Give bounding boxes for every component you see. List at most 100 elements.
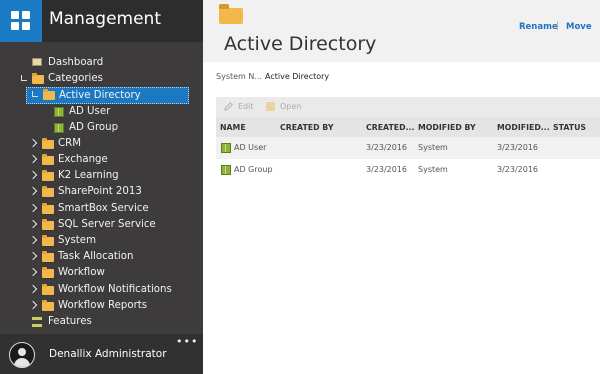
cell-modified: 3/23/2016	[497, 165, 539, 174]
sidebar-item-crm[interactable]: CRM	[0, 136, 203, 152]
sidebar-item-dashboard[interactable]: Dashboard	[0, 55, 203, 71]
folder-icon	[42, 267, 54, 278]
column-header-modified[interactable]: MODIFIED...	[497, 117, 550, 139]
sidebar-item-workflow-notifications[interactable]: Workflow Notifications	[0, 282, 203, 298]
sidebar-item-label: Exchange	[58, 154, 108, 165]
sidebar-item-label: Active Directory	[59, 90, 141, 101]
sidebar-item-label: Categories	[48, 73, 103, 84]
pencil-icon	[224, 102, 233, 111]
column-header-created[interactable]: CREATED...	[366, 117, 414, 139]
rename-button[interactable]: Rename	[519, 22, 558, 32]
folder-icon	[266, 102, 275, 111]
chevron-right-icon[interactable]	[28, 138, 38, 148]
toolbar: Edit Open	[216, 97, 600, 117]
folder-icon	[42, 170, 54, 181]
cell-created: 3/23/2016	[366, 165, 408, 174]
sidebar-item-label: AD User	[69, 106, 111, 117]
sidebar-item-workflow-reports[interactable]: Workflow Reports	[0, 298, 203, 314]
sidebar-item-workflow[interactable]: Workflow	[0, 265, 203, 281]
folder-icon	[42, 235, 54, 246]
more-options-button[interactable]: •••	[176, 335, 198, 348]
expanded-icon[interactable]	[21, 75, 27, 81]
chevron-right-icon[interactable]	[28, 203, 38, 213]
chevron-right-icon[interactable]	[28, 186, 38, 196]
chevron-right-icon[interactable]	[28, 267, 38, 277]
chevron-right-icon[interactable]	[28, 154, 38, 164]
main-content: Active Directory Rename | Move System N.…	[203, 0, 600, 374]
sidebar-item-label: CRM	[58, 138, 81, 149]
edit-label: Edit	[238, 102, 254, 111]
chevron-right-icon[interactable]	[28, 219, 38, 229]
folder-icon	[219, 4, 243, 24]
table-header: NAME CREATED BY CREATED... MODIFIED BY M…	[216, 117, 600, 137]
move-button[interactable]: Move	[566, 22, 592, 32]
sidebar-item-features[interactable]: Features	[0, 314, 203, 330]
system-name-label: System N...	[216, 72, 262, 81]
app-title: Management	[49, 9, 161, 29]
folder-icon	[43, 89, 55, 100]
apps-grid-icon[interactable]	[0, 0, 42, 42]
table-row[interactable]: AD Group 3/23/2016 System 3/23/2016	[216, 159, 600, 181]
sidebar-item-categories[interactable]: Categories	[0, 71, 203, 87]
sidebar-item-k2-learning[interactable]: K2 Learning	[0, 168, 203, 184]
sidebar-item-label: Workflow Notifications	[58, 284, 172, 295]
sidebar-item-label: SmartBox Service	[58, 203, 149, 214]
smartobject-icon	[54, 107, 64, 117]
open-label: Open	[280, 102, 302, 111]
sidebar-item-label: AD Group	[69, 122, 119, 133]
column-header-created-by[interactable]: CREATED BY	[280, 117, 333, 139]
expanded-icon[interactable]	[32, 91, 38, 97]
folder-icon	[42, 300, 54, 311]
cell-name: AD User	[234, 143, 267, 152]
chevron-right-icon[interactable]	[28, 284, 38, 294]
chevron-right-icon[interactable]	[28, 235, 38, 245]
folder-icon	[42, 284, 54, 295]
user-bar: Denallix Administrator •••	[0, 334, 203, 374]
column-header-modified-by[interactable]: MODIFIED BY	[418, 117, 476, 139]
column-header-name[interactable]: NAME	[220, 117, 246, 139]
page-title: Active Directory	[224, 33, 377, 55]
sidebar: Management Dashboard Categories Active D…	[0, 0, 203, 374]
folder-icon	[42, 219, 54, 230]
folder-icon	[42, 186, 54, 197]
smartobject-icon	[221, 143, 231, 153]
table-row[interactable]: AD User 3/23/2016 System 3/23/2016	[216, 137, 600, 159]
features-icon	[32, 317, 42, 327]
sidebar-item-sharepoint-2013[interactable]: SharePoint 2013	[0, 184, 203, 200]
open-button[interactable]: Open	[266, 97, 306, 117]
sidebar-item-active-directory[interactable]: Active Directory	[26, 87, 189, 104]
cell-created: 3/23/2016	[366, 143, 408, 152]
sidebar-item-task-allocation[interactable]: Task Allocation	[0, 249, 203, 265]
chevron-right-icon[interactable]	[28, 170, 38, 180]
sidebar-item-label: Dashboard	[48, 57, 104, 68]
sidebar-item-label: Features	[48, 316, 92, 327]
smartobject-icon	[221, 165, 231, 175]
cell-name: AD Group	[234, 165, 273, 174]
chevron-right-icon[interactable]	[28, 300, 38, 310]
sidebar-item-label: System	[58, 235, 96, 246]
sidebar-item-system[interactable]: System	[0, 233, 203, 249]
sidebar-item-label: SQL Server Service	[58, 219, 156, 230]
page-header: Active Directory Rename | Move	[203, 0, 600, 62]
cell-modified-by: System	[418, 143, 448, 152]
avatar[interactable]	[9, 342, 35, 368]
action-separator: |	[556, 21, 560, 31]
folder-icon	[42, 154, 54, 165]
chevron-right-icon[interactable]	[28, 251, 38, 261]
smartobject-icon	[54, 123, 64, 133]
sidebar-item-label: SharePoint 2013	[58, 186, 142, 197]
sidebar-item-ad-user[interactable]: AD User	[0, 104, 203, 120]
sidebar-item-sql-server-service[interactable]: SQL Server Service	[0, 217, 203, 233]
cell-modified-by: System	[418, 165, 448, 174]
sidebar-item-label: Task Allocation	[58, 251, 134, 262]
column-header-status[interactable]: STATUS	[553, 117, 586, 139]
sidebar-item-label: Workflow	[58, 267, 105, 278]
folder-icon	[42, 251, 54, 262]
sidebar-item-ad-group[interactable]: AD Group	[0, 120, 203, 136]
sidebar-item-label: Workflow Reports	[58, 300, 148, 311]
edit-button[interactable]: Edit	[224, 97, 262, 117]
folder-icon	[32, 73, 44, 84]
sidebar-item-exchange[interactable]: Exchange	[0, 152, 203, 168]
dashboard-icon	[32, 58, 42, 66]
sidebar-item-smartbox-service[interactable]: SmartBox Service	[0, 201, 203, 217]
